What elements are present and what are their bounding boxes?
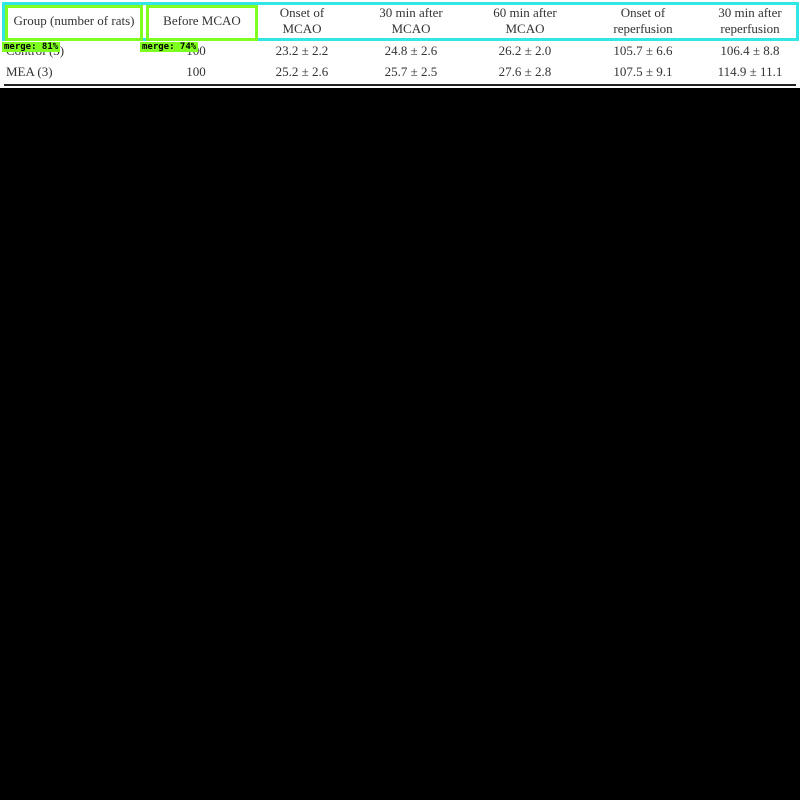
value-cell: 106.4 ± 8.8 (720, 43, 780, 58)
table-row: Control (3) 100 23.2 ± 2.2 24.8 ± 2.6 26… (0, 41, 800, 61)
header-onset-reperfusion: Onset of reperfusion (613, 5, 673, 36)
header-30min-reperfusion: 30 min after reperfusion (718, 5, 782, 36)
value-cell: 105.7 ± 6.6 (613, 43, 673, 58)
table-row: MEA (3) 100 25.2 ± 2.6 25.7 ± 2.5 27.6 ±… (0, 62, 800, 82)
value-cell: 114.9 ± 11.1 (717, 64, 783, 79)
header-before-mcao: Before MCAO (163, 13, 241, 28)
value-cell: 25.2 ± 2.6 (275, 64, 329, 79)
header-30min-mcao: 30 min after MCAO (379, 5, 443, 36)
table-bottom-rule (4, 84, 796, 86)
value-cell: 26.2 ± 2.0 (498, 43, 552, 58)
group-cell: MEA (3) (6, 64, 53, 79)
merge-score-label: merge: 81% (2, 42, 61, 52)
value-cell: 24.8 ± 2.6 (384, 43, 438, 58)
value-cell: 107.5 ± 9.1 (613, 64, 673, 79)
value-cell: 23.2 ± 2.2 (275, 43, 329, 58)
value-cell: 25.7 ± 2.5 (384, 64, 438, 79)
header-60min-mcao: 60 min after MCAO (493, 5, 557, 36)
header-group: Group (number of rats) (13, 13, 135, 28)
header-onset-mcao: Onset of MCAO (279, 5, 325, 36)
value-cell: 100 (186, 64, 206, 79)
merge-score-label: merge: 74% (140, 42, 199, 52)
value-cell: 27.6 ± 2.8 (498, 64, 552, 79)
results-table: Group (number of rats) Before MCAO Onset… (0, 0, 800, 88)
table-header-row: Group (number of rats) Before MCAO Onset… (0, 0, 800, 42)
